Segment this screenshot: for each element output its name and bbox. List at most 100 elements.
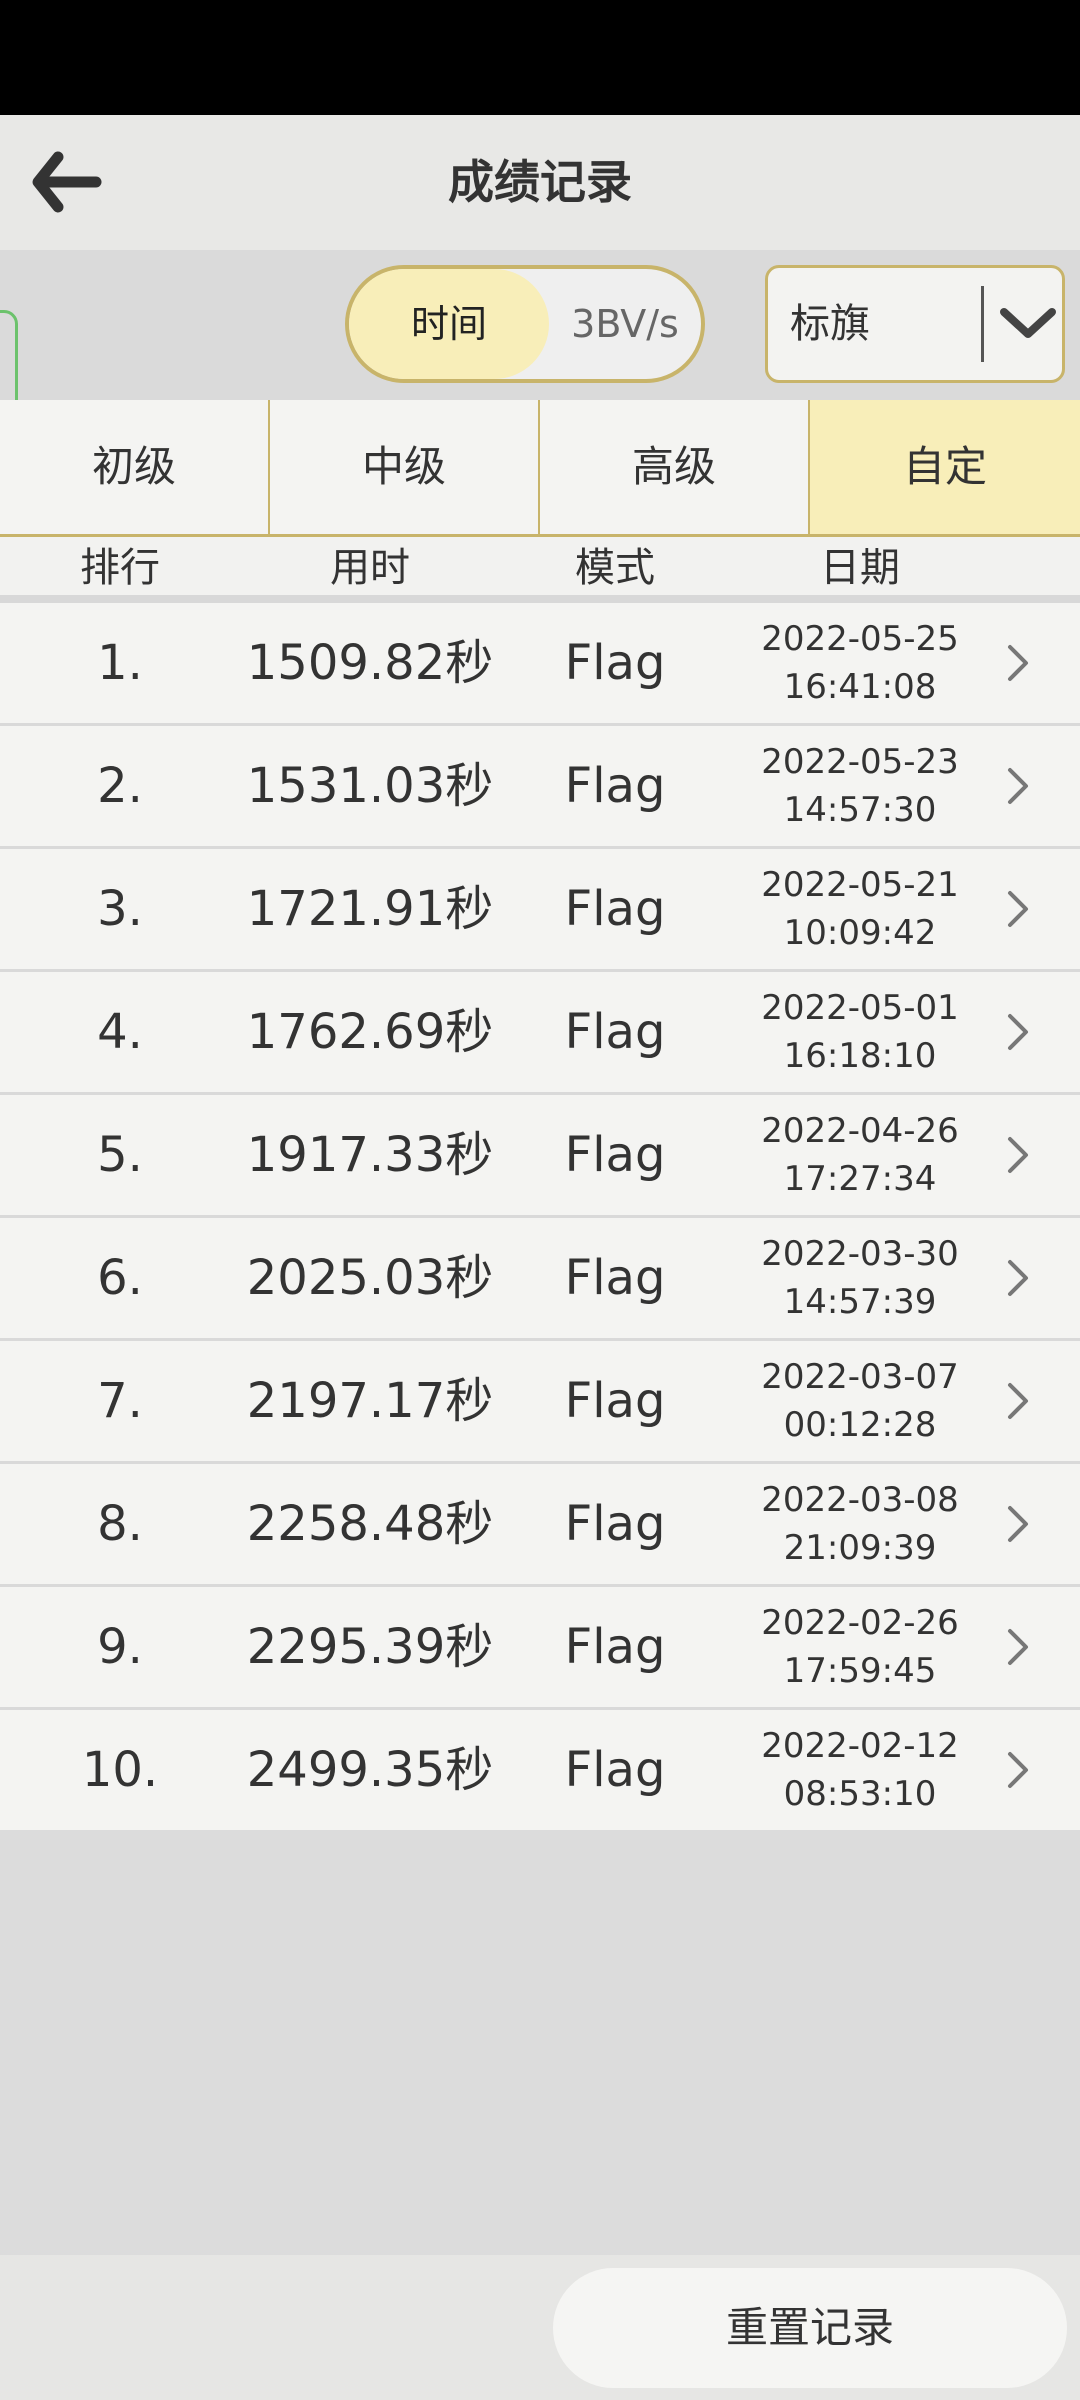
sort-option-3bvs[interactable]: 3BV/s: [549, 269, 701, 379]
rank-cell: 9.: [97, 1619, 143, 1675]
chevron-right-icon: [998, 1748, 1038, 1792]
filter-bar: 时间 3BV/s 标旗: [0, 250, 1080, 546]
rank-cell: 10.: [81, 1742, 159, 1798]
bottom-bar: 重置记录: [0, 2255, 1080, 2400]
records-list: 1. 1509.82秒 Flag 2022-05-25 16:41:08 2. 1531.0…: [0, 603, 1080, 1830]
time-cell: 1917.33秒: [246, 1127, 494, 1183]
status-bar: [0, 0, 1080, 115]
tab-beginner[interactable]: 初级: [0, 400, 270, 534]
mode-dropdown[interactable]: 标旗: [765, 265, 1065, 383]
date-text: 2022-04-26: [761, 1111, 959, 1151]
date-text: 2022-05-01: [761, 988, 959, 1028]
clock-text: 14:57:30: [783, 790, 937, 830]
page-title: 成绩记录: [448, 155, 632, 209]
time-cell: 1531.03秒: [246, 758, 494, 814]
chevron-right-icon: [998, 1256, 1038, 1300]
mode-cell: Flag: [564, 1373, 666, 1429]
mode-dropdown-value: 标旗: [790, 301, 870, 347]
time-cell: 1762.69秒: [246, 1004, 494, 1060]
clock-text: 17:59:45: [783, 1651, 937, 1691]
chevron-right-icon: [998, 1379, 1038, 1423]
chevron-right-icon: [998, 1625, 1038, 1669]
mode-cell: Flag: [564, 881, 666, 937]
time-cell: 2197.17秒: [246, 1373, 494, 1429]
mode-cell: Flag: [564, 1127, 666, 1183]
date-text: 2022-05-25: [761, 619, 959, 659]
date-cell: 2022-03-08 21:09:39: [740, 1464, 980, 1584]
chevron-right-icon: [998, 641, 1038, 685]
mode-cell: Flag: [564, 635, 666, 691]
column-header-time: 用时: [330, 545, 410, 591]
clock-text: 10:09:42: [783, 913, 937, 953]
tab-custom[interactable]: 自定: [810, 400, 1080, 534]
mode-cell: Flag: [564, 1250, 666, 1306]
chevron-down-icon: [1000, 308, 1056, 338]
chevron-right-icon: [998, 1133, 1038, 1177]
table-row[interactable]: 7. 2197.17秒 Flag 2022-03-07 00:12:28: [0, 1341, 1080, 1464]
time-cell: 2295.39秒: [246, 1619, 494, 1675]
date-cell: 2022-02-12 08:53:10: [740, 1710, 980, 1830]
date-cell: 2022-05-01 16:18:10: [740, 972, 980, 1092]
column-header-mode: 模式: [575, 545, 655, 591]
reset-records-button[interactable]: 重置记录: [553, 2268, 1067, 2388]
chevron-right-icon: [998, 887, 1038, 931]
clock-text: 08:53:10: [783, 1774, 937, 1814]
time-cell: 2258.48秒: [246, 1496, 494, 1552]
time-cell: 2025.03秒: [246, 1250, 494, 1306]
tab-expert[interactable]: 高级: [540, 400, 810, 534]
table-row[interactable]: 2. 1531.03秒 Flag 2022-05-23 14:57:30: [0, 726, 1080, 849]
chevron-right-icon: [998, 764, 1038, 808]
table-row[interactable]: 3. 1721.91秒 Flag 2022-05-21 10:09:42: [0, 849, 1080, 972]
date-text: 2022-03-08: [761, 1480, 959, 1520]
chevron-right-icon: [998, 1502, 1038, 1546]
clock-text: 21:09:39: [783, 1528, 937, 1568]
date-cell: 2022-03-07 00:12:28: [740, 1341, 980, 1461]
table-row[interactable]: 9. 2295.39秒 Flag 2022-02-26 17:59:45: [0, 1587, 1080, 1710]
date-cell: 2022-05-21 10:09:42: [740, 849, 980, 969]
mode-cell: Flag: [564, 1742, 666, 1798]
column-header-rank: 排行: [80, 545, 160, 591]
table-row[interactable]: 4. 1762.69秒 Flag 2022-05-01 16:18:10: [0, 972, 1080, 1095]
clock-text: 14:57:39: [783, 1282, 937, 1322]
sort-toggle[interactable]: 时间 3BV/s: [345, 265, 705, 383]
mode-cell: Flag: [564, 1619, 666, 1675]
date-cell: 2022-05-23 14:57:30: [740, 726, 980, 846]
table-row[interactable]: 5. 1917.33秒 Flag 2022-04-26 17:27:34: [0, 1095, 1080, 1218]
rank-cell: 5.: [97, 1127, 143, 1183]
tab-intermediate[interactable]: 中级: [270, 400, 540, 534]
table-row[interactable]: 8. 2258.48秒 Flag 2022-03-08 21:09:39: [0, 1464, 1080, 1587]
table-header: 排行 用时 模式 日期: [0, 537, 1080, 595]
rank-cell: 4.: [97, 1004, 143, 1060]
table-row[interactable]: 6. 2025.03秒 Flag 2022-03-30 14:57:39: [0, 1218, 1080, 1341]
date-cell: 2022-02-26 17:59:45: [740, 1587, 980, 1707]
date-cell: 2022-04-26 17:27:34: [740, 1095, 980, 1215]
dropdown-divider: [981, 286, 984, 362]
table-row[interactable]: 1. 1509.82秒 Flag 2022-05-25 16:41:08: [0, 603, 1080, 726]
header-divider: [0, 595, 1080, 603]
time-cell: 1509.82秒: [246, 635, 494, 691]
clock-text: 16:41:08: [783, 667, 937, 707]
date-text: 2022-03-07: [761, 1357, 959, 1397]
date-text: 2022-05-21: [761, 865, 959, 905]
table-row[interactable]: 10. 2499.35秒 Flag 2022-02-12 08:53:10: [0, 1710, 1080, 1830]
mode-cell: Flag: [564, 1496, 666, 1552]
date-text: 2022-02-12: [761, 1726, 959, 1766]
clock-text: 16:18:10: [783, 1036, 937, 1076]
date-cell: 2022-05-25 16:41:08: [740, 603, 980, 723]
app-bar: 成绩记录: [0, 115, 1080, 250]
column-header-date: 日期: [820, 545, 900, 591]
rank-cell: 3.: [97, 881, 143, 937]
mode-cell: Flag: [564, 1004, 666, 1060]
sort-option-time[interactable]: 时间: [349, 269, 549, 379]
level-tabs: 初级 中级 高级 自定: [0, 400, 1080, 537]
time-cell: 2499.35秒: [246, 1742, 494, 1798]
clock-text: 17:27:34: [783, 1159, 937, 1199]
clock-text: 00:12:28: [783, 1405, 937, 1445]
rank-cell: 2.: [97, 758, 143, 814]
rank-cell: 6.: [97, 1250, 143, 1306]
date-text: 2022-02-26: [761, 1603, 959, 1643]
mode-cell: Flag: [564, 758, 666, 814]
chevron-right-icon: [998, 1010, 1038, 1054]
rank-cell: 7.: [97, 1373, 143, 1429]
time-cell: 1721.91秒: [246, 881, 494, 937]
